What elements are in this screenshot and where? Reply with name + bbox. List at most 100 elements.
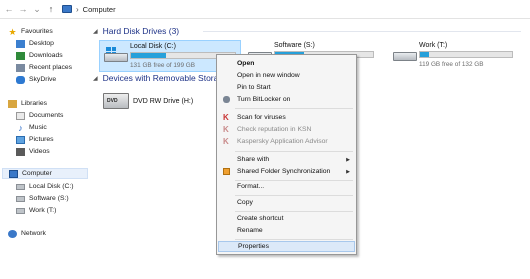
collapse-caret-icon[interactable]: ◢ xyxy=(93,75,98,82)
sidebar-item-label: Downloads xyxy=(29,52,63,59)
menu-separator xyxy=(235,211,353,212)
drive-usage-fill xyxy=(420,52,430,57)
sidebar-item-label: Computer xyxy=(22,170,52,177)
sidebar-item-recent-places[interactable]: Recent places xyxy=(16,62,72,73)
drive-tile-work-t[interactable]: Work (T:) 119 GB free of 132 GB xyxy=(389,40,525,72)
sidebar-item-label: Videos xyxy=(29,148,50,155)
group-header-removable-storage[interactable]: ◢ Devices with Removable Stora xyxy=(93,72,233,84)
sidebar-item-software-s[interactable]: Software (S:) xyxy=(16,193,69,204)
sidebar-item-work-t[interactable]: Work (T:) xyxy=(16,205,56,216)
menu-item-kaspersky-advisor: K Kaspersky Application Advisor xyxy=(223,137,328,146)
recent-places-icon xyxy=(16,63,25,72)
sidebar-item-network[interactable]: Network xyxy=(8,228,46,239)
menu-item-bitlocker[interactable]: Turn BitLocker on xyxy=(218,94,355,105)
menu-separator xyxy=(235,108,353,109)
network-icon xyxy=(8,229,17,238)
up-button[interactable]: ↑ xyxy=(46,3,56,15)
music-icon: ♪ xyxy=(18,122,23,133)
submenu-arrow-icon: ▶ xyxy=(346,168,350,175)
computer-icon xyxy=(62,5,72,13)
address-bar: ← → ⌄ ↑ › Computer xyxy=(0,0,530,19)
group-title: Hard Disk Drives (3) xyxy=(102,26,180,36)
sidebar-item-videos[interactable]: Videos xyxy=(16,146,50,157)
drive-tile-dvd-h[interactable]: DVD DVD RW Drive (H:) xyxy=(99,89,214,121)
forward-button[interactable]: → xyxy=(18,3,28,15)
menu-item-share-with[interactable]: Share with ▶ xyxy=(218,154,355,165)
sidebar-item-label: Desktop xyxy=(29,40,54,47)
drive-icon xyxy=(393,46,417,62)
breadcrumb-separator: › xyxy=(76,4,79,14)
group-header-hard-disk-drives[interactable]: ◢ Hard Disk Drives (3) xyxy=(93,25,523,37)
back-button[interactable]: ← xyxy=(4,3,14,15)
context-menu: Open Open in new window Pin to Start Tur… xyxy=(216,54,357,255)
windows-drive-icon xyxy=(104,47,128,63)
drive-usage-bar xyxy=(419,51,513,58)
drive-name: Software (S:) xyxy=(274,42,315,49)
skydrive-icon xyxy=(16,75,25,84)
sidebar-item-pictures[interactable]: Pictures xyxy=(16,134,54,145)
menu-item-shared-folder-sync[interactable]: Shared Folder Synchronization ▶ xyxy=(218,166,355,177)
sidebar-item-desktop[interactable]: Desktop xyxy=(16,38,54,49)
menu-item-scan-viruses[interactable]: K Scan for viruses xyxy=(218,112,355,123)
breadcrumb-computer[interactable]: Computer xyxy=(83,5,116,14)
sidebar-item-label: SkyDrive xyxy=(29,76,57,83)
menu-item-rename[interactable]: Rename xyxy=(218,225,355,236)
navigation-pane: ★ Favourites Desktop Downloads Recent pl… xyxy=(0,20,90,279)
sidebar-item-documents[interactable]: Documents xyxy=(16,110,63,121)
star-icon: ★ xyxy=(8,26,17,37)
computer-icon xyxy=(9,169,18,178)
drive-icon xyxy=(16,195,25,202)
sidebar-item-label: Favourites xyxy=(21,28,53,35)
bitlocker-icon xyxy=(223,96,230,103)
sidebar-item-skydrive[interactable]: SkyDrive xyxy=(16,74,56,85)
collapse-caret-icon[interactable]: ◢ xyxy=(93,28,98,35)
drive-name: Work (T:) xyxy=(419,42,448,49)
menu-separator xyxy=(235,239,353,240)
sidebar-item-local-disk-c[interactable]: Local Disk (C:) xyxy=(16,181,74,192)
sidebar-item-label: Recent places xyxy=(29,64,73,71)
sidebar-item-label: Music xyxy=(29,124,47,131)
menu-item-open-new-window[interactable]: Open in new window xyxy=(218,70,355,81)
pictures-icon xyxy=(16,135,25,144)
sidebar-item-music[interactable]: ♪ Music xyxy=(16,122,47,133)
menu-item-properties[interactable]: Properties xyxy=(218,241,355,252)
desktop-icon xyxy=(16,39,25,48)
sidebar-item-label: Documents xyxy=(29,112,64,119)
downloads-icon xyxy=(16,51,25,60)
drive-icon xyxy=(16,183,25,190)
kaspersky-icon: K xyxy=(223,113,229,122)
drive-free-space: 119 GB free of 132 GB xyxy=(419,61,484,68)
libraries-icon xyxy=(8,99,17,108)
sidebar-item-label: Network xyxy=(21,230,46,237)
drive-free-space: 131 GB free of 199 GB xyxy=(130,62,196,69)
kaspersky-icon: K xyxy=(223,125,229,134)
menu-item-format[interactable]: Format... xyxy=(218,181,355,192)
submenu-arrow-icon: ▶ xyxy=(346,156,350,163)
sync-folder-icon xyxy=(223,168,230,175)
sidebar-item-label: Work (T:) xyxy=(29,207,57,214)
sidebar-item-computer[interactable]: Computer xyxy=(2,168,88,179)
menu-item-open[interactable]: Open xyxy=(218,58,355,69)
drive-usage-fill xyxy=(131,53,167,58)
videos-icon xyxy=(16,147,25,156)
menu-separator xyxy=(235,195,353,196)
menu-item-pin-to-start[interactable]: Pin to Start xyxy=(218,82,355,93)
group-divider xyxy=(203,31,521,32)
menu-item-check-ksn: K Check reputation in KSN xyxy=(223,125,312,134)
documents-icon xyxy=(16,111,25,120)
sidebar-item-label: Libraries xyxy=(21,100,48,107)
kaspersky-icon: K xyxy=(223,137,229,146)
menu-separator xyxy=(235,151,353,152)
recent-locations-button[interactable]: ⌄ xyxy=(32,3,42,15)
menu-item-copy[interactable]: Copy xyxy=(218,197,355,208)
sidebar-item-downloads[interactable]: Downloads xyxy=(16,50,63,61)
sidebar-item-label: Local Disk (C:) xyxy=(29,183,74,190)
menu-item-create-shortcut[interactable]: Create shortcut xyxy=(218,213,355,224)
drive-icon xyxy=(16,207,25,214)
sidebar-item-libraries[interactable]: Libraries xyxy=(8,98,47,109)
sidebar-item-favourites[interactable]: ★ Favourites xyxy=(8,26,53,37)
dvd-drive-icon: DVD xyxy=(103,93,129,109)
drive-name: DVD RW Drive (H:) xyxy=(133,98,194,105)
group-title: Devices with Removable Stora xyxy=(102,73,219,83)
sidebar-item-label: Pictures xyxy=(29,136,54,143)
